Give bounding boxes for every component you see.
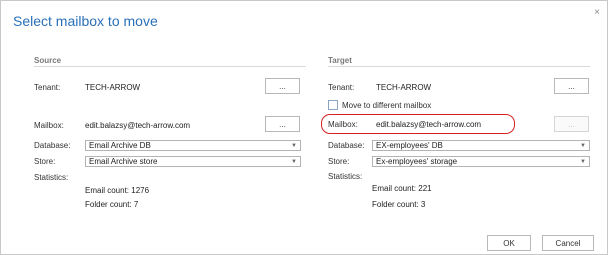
target-email-count: Email count: 221 (372, 184, 432, 193)
source-database-value: Email Archive DB (89, 141, 151, 150)
target-statistics-label: Statistics: (328, 172, 363, 181)
source-mailbox-value: edit.balazsy@tech-arrow.com (85, 121, 191, 130)
cancel-button[interactable]: Cancel (542, 235, 594, 251)
dialog-title: Select mailbox to move (13, 13, 158, 29)
source-statistics-label: Statistics: (34, 173, 69, 182)
source-email-count: Email count: 1276 (85, 186, 150, 195)
source-store-select[interactable]: Email Archive store ▼ (85, 156, 301, 167)
target-tenant-value: TECH-ARROW (376, 83, 432, 92)
target-heading: Target (328, 56, 352, 65)
close-icon[interactable]: × (594, 7, 600, 18)
source-heading: Source (34, 56, 62, 65)
target-divider (328, 66, 590, 67)
target-store-select[interactable]: Ex-employees' storage ▼ (372, 156, 590, 167)
move-to-different-mailbox-label: Move to different mailbox (342, 101, 432, 110)
source-tenant-browse-button[interactable]: ... (265, 78, 300, 94)
chevron-down-icon: ▼ (580, 159, 586, 165)
select-mailbox-dialog: Select mailbox to move × Source Tenant: … (0, 0, 608, 255)
source-divider (34, 66, 306, 67)
target-database-value: EX-employees' DB (376, 141, 443, 150)
move-to-different-mailbox-checkbox[interactable] (328, 100, 338, 110)
ok-button[interactable]: OK (487, 235, 531, 251)
target-database-label: Database: (328, 141, 365, 150)
target-store-value: Ex-employees' storage (376, 157, 458, 166)
target-store-label: Store: (328, 157, 350, 166)
chevron-down-icon: ▼ (291, 159, 297, 165)
chevron-down-icon: ▼ (580, 143, 586, 149)
target-tenant-label: Tenant: (328, 83, 355, 92)
source-database-label: Database: (34, 141, 71, 150)
source-tenant-value: TECH-ARROW (85, 83, 141, 92)
source-database-select[interactable]: Email Archive DB ▼ (85, 140, 301, 151)
target-tenant-browse-button[interactable]: ... (554, 78, 589, 94)
source-folder-count: Folder count: 7 (85, 200, 139, 209)
source-store-label: Store: (34, 157, 56, 166)
target-database-select[interactable]: EX-employees' DB ▼ (372, 140, 590, 151)
target-mailbox-label: Mailbox: (328, 120, 358, 129)
target-mailbox-browse-button[interactable]: ... (554, 116, 589, 132)
source-store-value: Email Archive store (89, 157, 158, 166)
source-mailbox-browse-button[interactable]: ... (265, 116, 300, 132)
target-mailbox-value: edit.balazsy@tech-arrow.com (376, 120, 482, 129)
source-tenant-label: Tenant: (34, 83, 61, 92)
target-folder-count: Folder count: 3 (372, 200, 426, 209)
chevron-down-icon: ▼ (291, 143, 297, 149)
source-mailbox-label: Mailbox: (34, 121, 64, 130)
